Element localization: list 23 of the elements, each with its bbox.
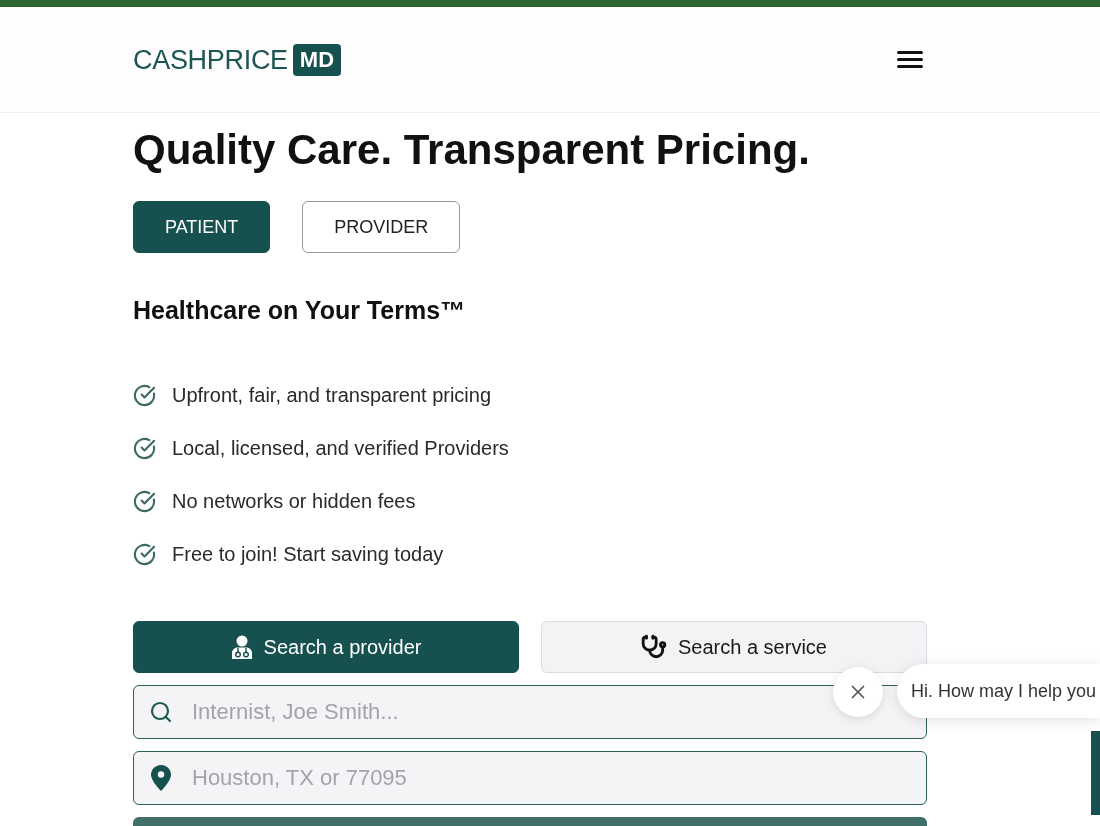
check-circle-icon <box>133 542 156 566</box>
audience-tab[interactable]: PROVIDER <box>302 201 461 253</box>
chat-bubble[interactable]: Hi. How may I help you <box>897 664 1100 718</box>
map-pin-icon <box>151 765 171 791</box>
tagline: Healthcare on Your Terms™ <box>133 295 466 325</box>
doctor-icon <box>230 635 253 659</box>
feature-text: Local, licensed, and verified Providers <box>172 436 509 461</box>
search-mode-button[interactable]: Search a service <box>541 621 927 673</box>
check-circle-icon <box>133 436 156 460</box>
search-icon <box>149 700 173 724</box>
logo-mark[interactable]: MD <box>292 43 342 76</box>
logo-wordmark[interactable]: CASHPRICE <box>133 43 288 76</box>
location-field[interactable]: Houston, TX or 77095 <box>133 751 927 805</box>
check-circle-icon <box>133 489 156 513</box>
feature-text: Free to join! Start saving today <box>172 542 444 567</box>
stethoscope-icon <box>641 634 667 660</box>
search-mode-button[interactable]: Search a provider <box>133 621 519 673</box>
feature-text: Upfront, fair, and transparent pricing <box>172 383 492 408</box>
hero-title: Quality Care. Transparent Pricing. <box>133 126 810 174</box>
feature-text: No networks or hidden fees <box>172 489 416 514</box>
menu-icon[interactable] <box>897 51 923 68</box>
check-circle-icon <box>133 383 156 407</box>
audience-tab[interactable]: PATIENT <box>133 201 271 253</box>
